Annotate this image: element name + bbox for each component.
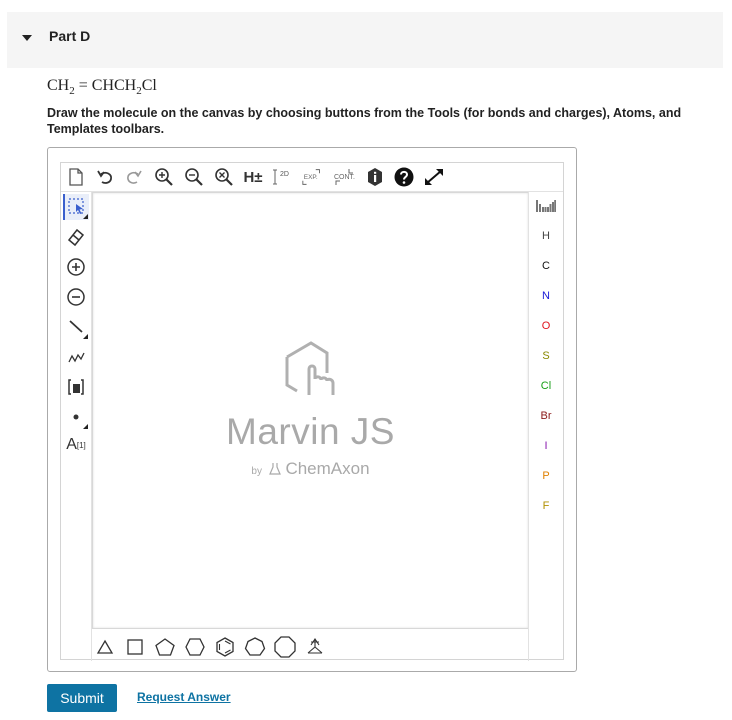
marvin-logo-icon [279, 339, 343, 408]
hexagon-template-icon[interactable] [182, 635, 208, 659]
watermark-brand: ChemAxon [285, 459, 370, 478]
atoms-toolbar: H C N O S Cl Br I P F [528, 191, 563, 661]
watermark-subtitle: by ChemAxon [93, 459, 528, 481]
atom-button-i[interactable]: I [529, 433, 563, 459]
positive-charge-icon[interactable] [63, 254, 89, 280]
part-header[interactable]: Part D [7, 12, 723, 68]
flask-icon [268, 461, 281, 481]
chain-icon[interactable] [63, 344, 89, 370]
collapse-caret-icon[interactable] [22, 35, 32, 41]
top-toolbar: H± 2D EXP. CONT. [61, 163, 563, 192]
formula-part-c: Cl [141, 77, 157, 94]
eraser-icon[interactable] [63, 224, 89, 250]
zoom-reset-icon[interactable] [212, 165, 236, 189]
submit-button[interactable]: Submit [47, 684, 117, 712]
instructions-text: Draw the molecule on the canvas by choos… [47, 106, 682, 136]
atom-button-cl[interactable]: Cl [529, 373, 563, 399]
atom-button-br[interactable]: Br [529, 403, 563, 429]
formula-part-a: CH [47, 77, 70, 94]
bracket-icon[interactable] [63, 374, 89, 400]
benzene-template-icon[interactable] [212, 635, 238, 659]
formula-part-b: CHCH [91, 77, 137, 94]
hydrogens-icon[interactable]: H± [241, 165, 265, 189]
atom-button-f[interactable]: F [529, 493, 563, 519]
info-icon[interactable] [363, 165, 387, 189]
expand-icon[interactable]: EXP. [301, 165, 325, 189]
periodic-table-icon[interactable] [529, 193, 563, 219]
templates-toolbar [92, 633, 529, 661]
expand-label: EXP. [304, 174, 318, 181]
atom-map-icon[interactable]: A [1] [63, 432, 89, 458]
atom-button-h[interactable]: H [529, 223, 563, 249]
undo-icon[interactable] [93, 165, 117, 189]
zoom-in-icon[interactable] [152, 165, 176, 189]
atom-button-n[interactable]: N [529, 283, 563, 309]
part-title: Part D [49, 28, 91, 44]
question-formula: CH2 = CHCH2Cl [47, 77, 157, 97]
2d-clean-icon[interactable]: 2D [271, 165, 295, 189]
clean2d-label: 2D [280, 171, 289, 178]
formula-equals: = [74, 77, 92, 94]
square-template-icon[interactable] [122, 635, 148, 659]
octagon-template-icon[interactable] [272, 635, 298, 659]
atom-button-p[interactable]: P [529, 463, 563, 489]
pentagon-template-icon[interactable] [152, 635, 178, 659]
selection-icon[interactable] [63, 194, 89, 220]
fullscreen-icon[interactable] [422, 165, 446, 189]
atom-map-label: A [66, 436, 77, 453]
atom-button-s[interactable]: S [529, 343, 563, 369]
single-bond-icon[interactable] [63, 314, 89, 340]
redo-icon[interactable] [122, 165, 146, 189]
negative-charge-icon[interactable] [63, 284, 89, 310]
tools-toolbar: A [1] [61, 191, 92, 661]
atom-map-sup: [1] [76, 440, 86, 450]
watermark-by: by [251, 466, 262, 477]
editor-frame: H± 2D EXP. CONT. A [1] Marvin JS by Chem… [47, 147, 577, 672]
request-answer-link[interactable]: Request Answer [137, 690, 231, 704]
atom-button-o[interactable]: O [529, 313, 563, 339]
atom-button-c[interactable]: C [529, 253, 563, 279]
help-icon[interactable] [392, 165, 416, 189]
new-document-icon[interactable] [64, 165, 88, 189]
radical-icon[interactable] [63, 404, 89, 430]
watermark-title: Marvin JS [226, 411, 395, 452]
drawing-canvas[interactable]: Marvin JS by ChemAxon [92, 192, 529, 629]
marvin-editor: H± 2D EXP. CONT. A [1] Marvin JS by Chem… [60, 162, 564, 661]
contract-label: CONT. [334, 174, 355, 181]
heptagon-template-icon[interactable] [242, 635, 268, 659]
more-templates-icon[interactable] [302, 635, 328, 659]
zoom-out-icon[interactable] [182, 165, 206, 189]
contract-icon[interactable]: CONT. [332, 165, 360, 189]
triangle-template-icon[interactable] [92, 635, 118, 659]
